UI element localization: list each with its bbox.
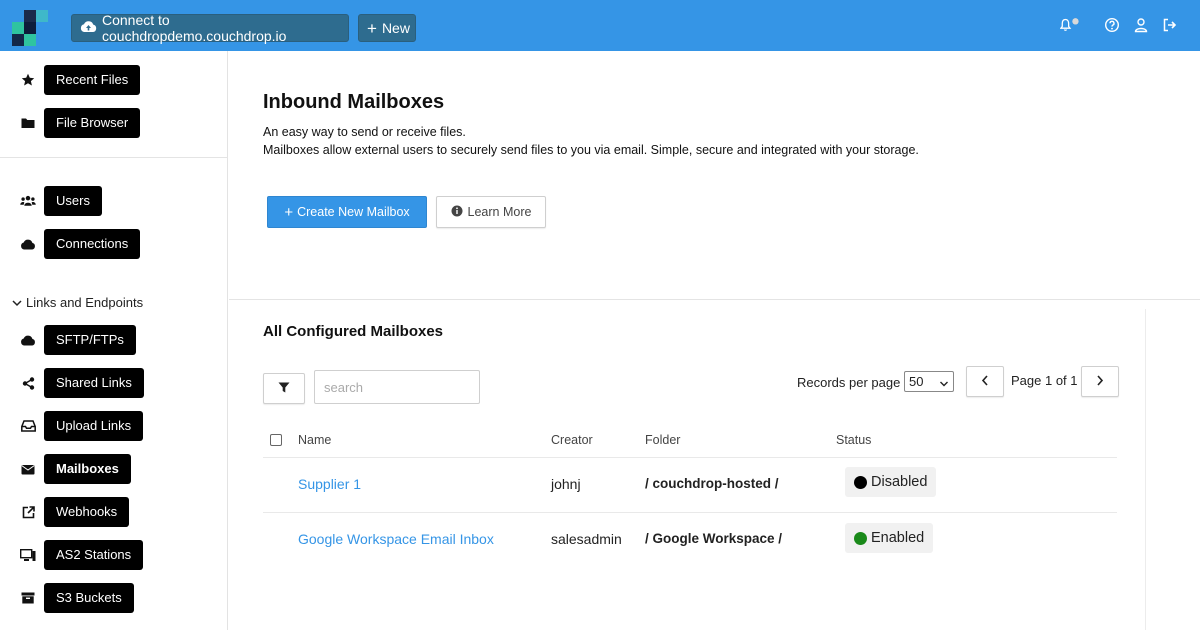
sidebar-item-users[interactable]: Users [0,186,228,216]
sidebar-item-file-browser[interactable]: File Browser [0,108,228,138]
filter-button[interactable] [263,373,305,404]
previous-page-button[interactable] [966,366,1004,397]
sidebar-item-label: Upload Links [44,411,144,441]
section-divider [229,299,1200,300]
users-icon [20,193,36,209]
sidebar-item-label: Webhooks [44,497,130,527]
page-indicator: Page 1 of 1 [1011,373,1078,388]
plus-icon: + [367,18,377,38]
bell-icon[interactable] [1060,15,1080,35]
links-endpoints-section-toggle[interactable]: Links and Endpoints [12,295,143,310]
records-per-page-label: Records per page [797,375,901,390]
new-label: New [381,20,410,36]
column-header-name[interactable]: Name [298,433,331,447]
sidebar-item-label: SFTP/FTPs [44,325,136,355]
status-badge: Disabled [845,467,937,497]
user-icon[interactable] [1131,15,1151,35]
learn-more-button[interactable]: Learn More [436,196,546,228]
status-dot [854,531,867,545]
logout-icon[interactable] [1160,15,1180,35]
mailbox-creator: johnj [551,476,581,492]
mailbox-name-link[interactable]: Supplier 1 [298,476,361,492]
status-label: Disabled [871,474,928,490]
sidebar-divider [0,157,228,158]
desktop-icon [20,547,36,563]
cloud-upload-icon [80,20,97,36]
mailbox-folder[interactable]: / Google Workspace / [645,531,782,546]
mailbox-name-link[interactable]: Google Workspace Email Inbox [298,531,494,547]
inbox-icon [20,418,36,434]
page-description-line-2: Mailboxes allow external users to secure… [263,143,919,157]
status-label: Enabled [871,530,925,546]
learn-more-label: Learn More [467,205,532,219]
top-bar: Connect to couchdropdemo.couchdrop.io + … [0,0,1200,51]
sidebar-item-s3-buckets[interactable]: S3 Buckets [0,583,228,613]
select-all-checkbox[interactable] [270,434,282,446]
status-badge: Enabled [845,523,934,553]
chevron-down-icon [939,376,949,391]
sidebar-item-label: S3 Buckets [44,583,134,613]
page-title: Inbound Mailboxes [263,91,445,113]
main-content: Inbound Mailboxes An easy way to send or… [229,51,1200,630]
external-link-icon [20,504,36,520]
sidebar-item-label: Connections [44,229,141,259]
create-mailbox-label: Create New Mailbox [297,205,410,219]
new-button[interactable]: + New [358,14,416,42]
next-page-button[interactable] [1081,366,1119,397]
mailbox-folder[interactable]: / couchdrop-hosted / [645,476,779,491]
column-header-status[interactable]: Status [836,433,871,447]
sidebar-item-as2-stations[interactable]: AS2 Stations [0,540,228,570]
cloud-icon [20,332,36,348]
column-header-creator[interactable]: Creator [551,433,593,447]
sidebar-item-upload-links[interactable]: Upload Links [0,411,228,441]
records-per-page-value: 50 [909,374,924,389]
sidebar: Recent Files File Browser Users Connecti… [0,51,228,630]
sidebar-item-label: Users [44,186,102,216]
sidebar-item-connections[interactable]: Connections [0,229,228,259]
help-icon[interactable] [1102,15,1122,35]
table-row-divider [263,512,1117,513]
create-mailbox-button[interactable]: + Create New Mailbox [267,196,427,228]
chevron-down-icon [12,295,22,310]
mailboxes-section-title: All Configured Mailboxes [263,323,444,340]
page-description-line-1: An easy way to send or receive files. [263,125,466,139]
sidebar-item-sftp-ftps[interactable]: SFTP/FTPs [0,325,228,355]
filter-icon [278,380,290,398]
sidebar-item-mailboxes[interactable]: Mailboxes [0,454,228,484]
sidebar-item-webhooks[interactable]: Webhooks [0,497,228,527]
sidebar-item-recent-files[interactable]: Recent Files [0,65,228,95]
panel-edge [1145,309,1146,630]
connect-label: Connect to couchdropdemo.couchdrop.io [102,12,287,44]
mailbox-creator: salesadmin [551,531,622,547]
plus-icon: + [284,203,294,221]
archive-icon [20,590,36,606]
records-per-page-select[interactable]: 50 [904,371,954,392]
connect-button[interactable]: Connect to couchdropdemo.couchdrop.io [71,12,349,44]
sidebar-item-label: Mailboxes [44,454,131,484]
sidebar-item-label: File Browser [44,108,141,138]
sidebar-item-shared-links[interactable]: Shared Links [0,368,228,398]
column-header-folder[interactable]: Folder [645,433,680,447]
sidebar-item-label: AS2 Stations [44,540,144,570]
info-icon [451,205,463,220]
star-icon [20,72,36,88]
status-dot [854,475,867,489]
section-label: Links and Endpoints [26,295,144,310]
folder-icon [20,115,36,131]
sidebar-item-label: Recent Files [44,65,141,95]
search-input[interactable] [314,370,480,404]
chevron-right-icon [1096,373,1104,391]
chevron-left-icon [981,373,989,391]
table-divider [263,457,1117,458]
share-icon [20,375,36,391]
sidebar-item-label: Shared Links [44,368,144,398]
couchdrop-logo[interactable] [12,10,48,46]
cloud-icon [20,236,36,252]
envelope-icon [20,461,36,477]
